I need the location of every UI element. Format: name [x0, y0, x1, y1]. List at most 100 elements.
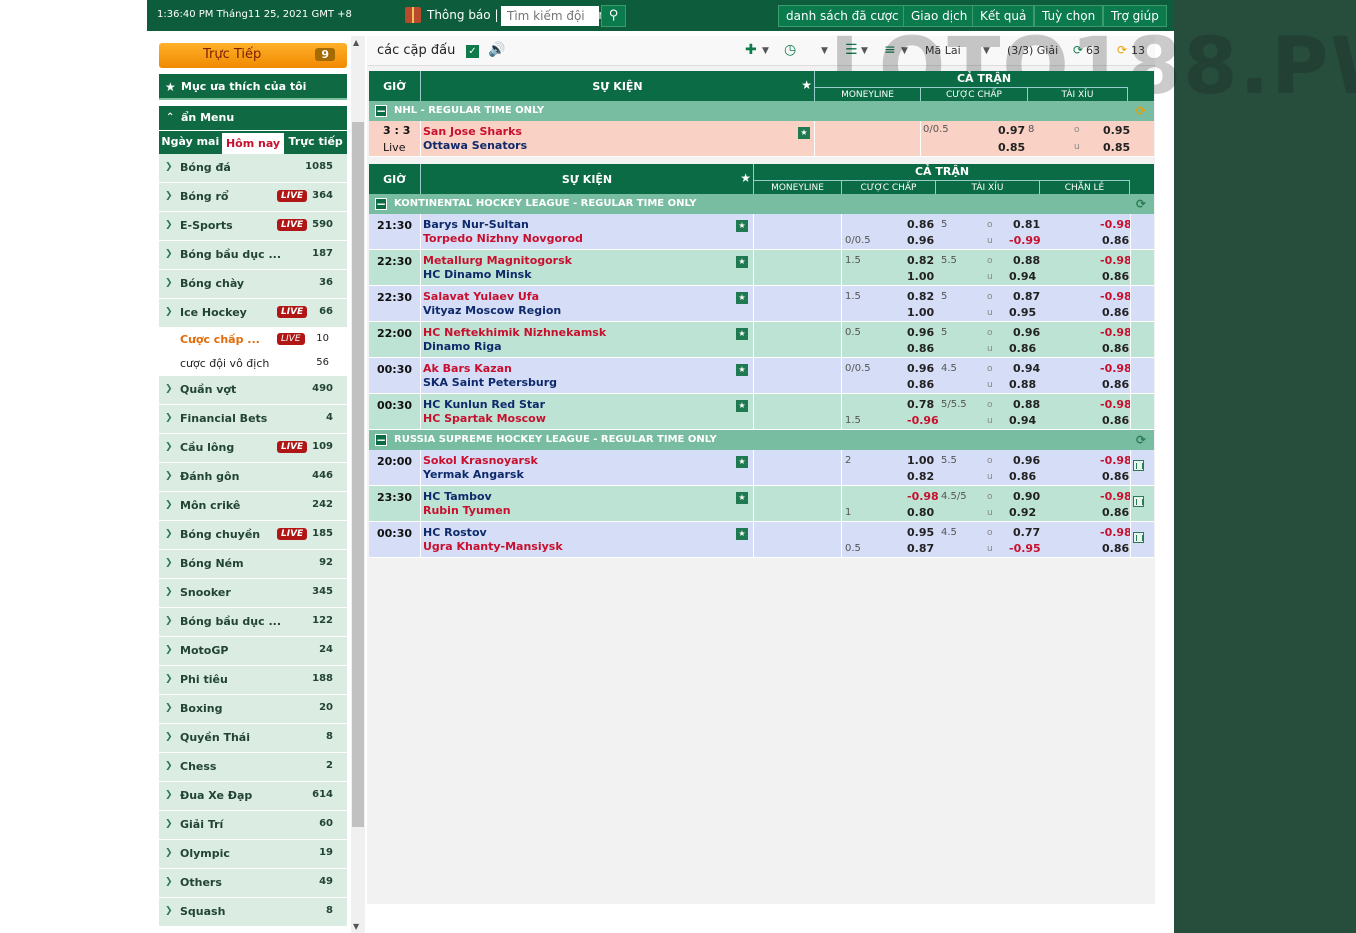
favorite-icon[interactable]: ★ [736, 364, 748, 376]
hdp-home-odds[interactable]: -0.98 [907, 490, 939, 503]
odd-odds[interactable]: -0.98 [1100, 254, 1132, 267]
away-team[interactable]: Rubin Tyumen [423, 504, 511, 517]
away-team[interactable]: Vityaz Moscow Region [423, 304, 561, 317]
hdp-home-odds[interactable]: 0.82 [907, 290, 934, 303]
under-odds[interactable]: -0.99 [1009, 234, 1041, 247]
hdp-away-odds[interactable]: 1.00 [907, 306, 934, 319]
scrollbar-thumb[interactable] [352, 122, 364, 827]
over-odds[interactable]: 0.88 [1013, 398, 1040, 411]
hdp-away-odds[interactable]: 0.96 [907, 234, 934, 247]
over-odds[interactable]: 0.81 [1013, 218, 1040, 231]
sidebar-sport-item[interactable]: ❯ Ice Hockey LIVE 66 [159, 299, 347, 328]
favorite-icon[interactable]: ★ [736, 528, 748, 540]
sidebar-sport-item[interactable]: ❯ Squash 8 [159, 898, 347, 927]
over-odds[interactable]: 0.96 [1013, 454, 1040, 467]
home-team[interactable]: HC Neftekhimik Nizhnekamsk [423, 326, 606, 339]
hdp-away-odds[interactable]: 0.86 [907, 342, 934, 355]
home-team[interactable]: Metallurg Magnitogorsk [423, 254, 572, 267]
star-icon[interactable]: ★ [740, 171, 751, 185]
search-input[interactable] [501, 6, 599, 26]
tab-tomorrow[interactable]: Ngày mai [159, 131, 222, 154]
league-header[interactable]: − RUSSIA SUPREME HOCKEY LEAGUE - REGULAR … [369, 430, 1154, 450]
sidebar-sport-item[interactable]: ❯ Snooker 345 [159, 579, 347, 608]
stats-chart-icon[interactable] [1133, 496, 1144, 507]
odd-odds[interactable]: -0.98 [1100, 290, 1132, 303]
even-odds[interactable]: 0.86 [1102, 378, 1129, 391]
sidebar-sport-item[interactable]: ❯ Bóng Ném 92 [159, 550, 347, 579]
collapse-icon[interactable]: − [375, 105, 387, 117]
sidebar-sport-item[interactable]: ❯ Cầu lông LIVE 109 [159, 434, 347, 463]
hide-menu-button[interactable]: ⌃ ẩn Menu [159, 106, 347, 130]
scroll-down-icon[interactable]: ▼ [353, 922, 359, 931]
league-header[interactable]: − NHL - REGULAR TIME ONLY ⟳ [369, 101, 1154, 121]
away-team[interactable]: Dinamo Riga [423, 340, 502, 353]
add-icon[interactable]: ✚ [745, 42, 757, 58]
odd-odds[interactable]: -0.98 [1100, 326, 1132, 339]
even-odds[interactable]: 0.86 [1102, 542, 1129, 555]
favorite-icon[interactable]: ★ [736, 328, 748, 340]
hdp-away-odds[interactable]: -0.96 [907, 414, 939, 427]
even-odds[interactable]: 0.86 [1102, 470, 1129, 483]
favorite-icon[interactable]: ★ [736, 292, 748, 304]
odd-odds[interactable]: -0.98 [1100, 362, 1132, 375]
home-team[interactable]: Barys Nur-Sultan [423, 218, 529, 231]
under-odds[interactable]: 0.92 [1009, 506, 1036, 519]
hdp-away-odds[interactable]: 0.85 [998, 141, 1025, 154]
away-team[interactable]: HC Spartak Moscow [423, 412, 546, 425]
sound-icon[interactable]: 🔊 [488, 42, 505, 58]
tab-today[interactable]: Hôm nay [221, 133, 285, 154]
scroll-up-icon[interactable]: ▲ [353, 38, 359, 47]
favorite-icon[interactable]: ★ [736, 400, 748, 412]
over-odds[interactable]: 0.90 [1013, 490, 1040, 503]
hdp-home-odds[interactable]: 0.86 [907, 218, 934, 231]
favorites-button[interactable]: ★ Mục ưa thích của tôi [159, 74, 347, 100]
home-team[interactable]: Salavat Yulaev Ufa [423, 290, 539, 303]
under-odds[interactable]: 0.94 [1009, 270, 1036, 283]
away-team[interactable]: HC Dinamo Minsk [423, 268, 532, 281]
sidebar-sport-item[interactable]: ❯ Olympic 19 [159, 840, 347, 869]
sidebar-sport-item[interactable]: ❯ Bóng chày 36 [159, 270, 347, 299]
hdp-away-odds[interactable]: 1.00 [907, 270, 934, 283]
refresh-icon[interactable]: ⟳ [1136, 194, 1146, 214]
sidebar-sport-item[interactable]: ❯ Môn crikê 242 [159, 492, 347, 521]
sidebar-sport-item[interactable]: ❯ Bóng chuyền LIVE 185 [159, 521, 347, 550]
sidebar-sport-item[interactable]: ❯ Quần vợt 490 [159, 376, 347, 405]
over-odds[interactable]: 0.95 [1103, 124, 1130, 137]
scrollbar[interactable]: ▲ ▼ [351, 36, 365, 933]
favorite-icon[interactable]: ★ [736, 220, 748, 232]
hdp-home-odds[interactable]: 0.95 [907, 526, 934, 539]
sidebar-sport-item[interactable]: ❯ Đua Xe Đạp 614 [159, 782, 347, 811]
refresh-icon[interactable]: ⟳ [1136, 430, 1146, 450]
under-odds[interactable]: 0.94 [1009, 414, 1036, 427]
away-team[interactable]: SKA Saint Petersburg [423, 376, 557, 389]
over-odds[interactable]: 0.88 [1013, 254, 1040, 267]
home-team[interactable]: HC Rostov [423, 526, 487, 539]
odd-odds[interactable]: -0.98 [1100, 398, 1132, 411]
sidebar-sport-item[interactable]: ❯ Bóng rổ LIVE 364 [159, 183, 347, 212]
under-odds[interactable]: -0.95 [1009, 542, 1041, 555]
even-odds[interactable]: 0.86 [1102, 234, 1129, 247]
home-team[interactable]: Ak Bars Kazan [423, 362, 512, 375]
under-odds[interactable]: 0.88 [1009, 378, 1036, 391]
under-odds[interactable]: 0.95 [1009, 306, 1036, 319]
away-team[interactable]: Ugra Khanty-Mansiysk [423, 540, 563, 553]
sidebar-sport-item[interactable]: ❯ Chess 2 [159, 753, 347, 782]
sidebar-sport-item[interactable]: ❯ Quyền Thái 8 [159, 724, 347, 753]
sidebar-sport-item[interactable]: ❯ Bóng bầu dục ... 187 [159, 241, 347, 270]
search-button[interactable]: ⚲ [601, 5, 626, 27]
sidebar-sport-item[interactable]: ❯ Boxing 20 [159, 695, 347, 724]
stats-chart-icon[interactable] [1133, 532, 1144, 543]
hdp-away-odds[interactable]: 0.87 [907, 542, 934, 555]
even-odds[interactable]: 0.86 [1102, 270, 1129, 283]
away-team[interactable]: Yermak Angarsk [423, 468, 524, 481]
chevron-down-icon[interactable]: ▼ [762, 46, 769, 56]
even-odds[interactable]: 0.86 [1102, 342, 1129, 355]
chevron-down-icon[interactable]: ▼ [821, 46, 828, 56]
even-odds[interactable]: 0.86 [1102, 306, 1129, 319]
over-odds[interactable]: 0.96 [1013, 326, 1040, 339]
home-team[interactable]: Sokol Krasnoyarsk [423, 454, 538, 467]
sidebar-sport-item[interactable]: ❯ Đánh gôn 446 [159, 463, 347, 492]
even-odds[interactable]: 0.86 [1102, 506, 1129, 519]
sidebar-sport-item[interactable]: ❯ Others 49 [159, 869, 347, 898]
sidebar-sport-item[interactable]: ❯ E-Sports LIVE 590 [159, 212, 347, 241]
